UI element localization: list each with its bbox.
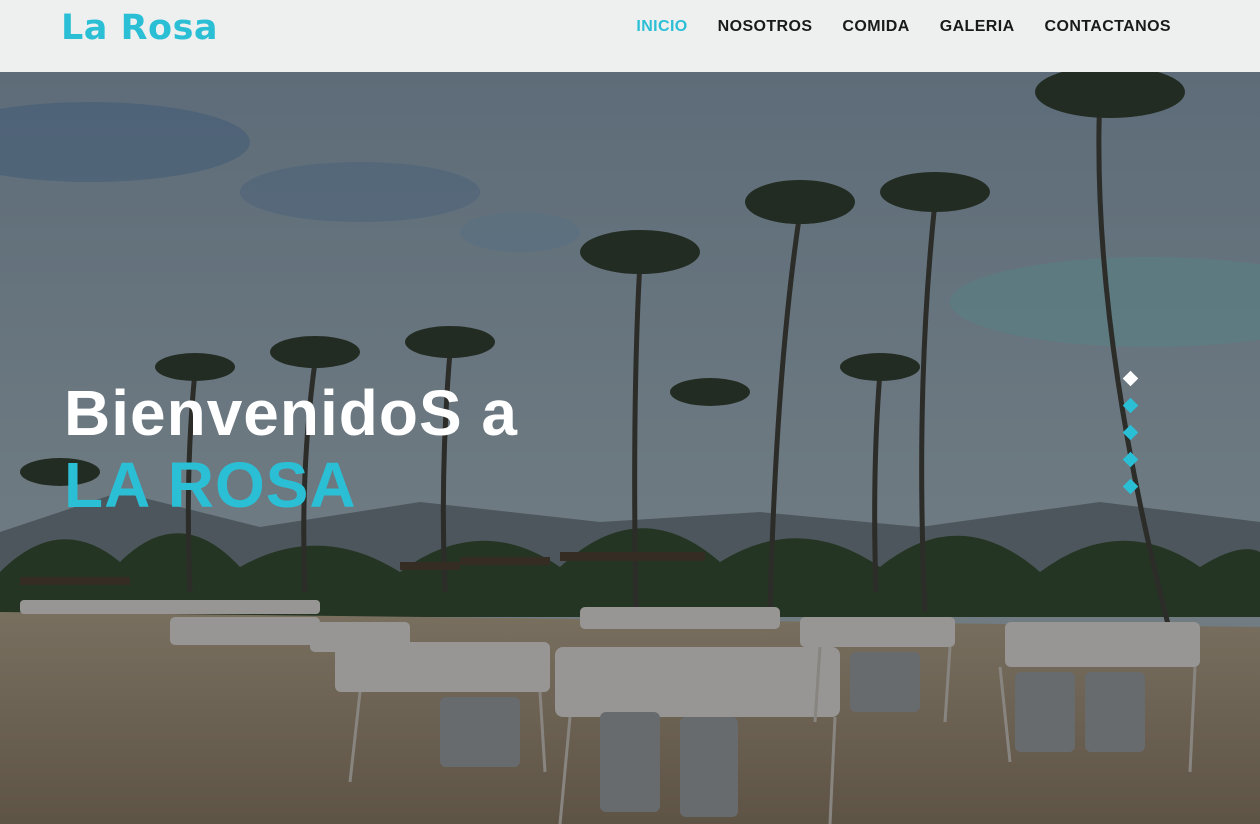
nav-item-contactanos[interactable]: CONTACTANOS bbox=[1045, 17, 1171, 37]
nav-item-inicio[interactable]: INICIO bbox=[636, 17, 687, 37]
hero-heading-line1: BienvenidoS a bbox=[64, 377, 518, 449]
hero-slider: BienvenidoS a LA ROSA bbox=[0, 72, 1260, 824]
site-header: La Rosa INICIO NOSOTROS COMIDA GALERIA C… bbox=[0, 0, 1260, 72]
slider-dot-1[interactable] bbox=[1122, 370, 1139, 387]
nav-item-comida[interactable]: COMIDA bbox=[842, 17, 909, 37]
hero-heading-line2: LA ROSA bbox=[64, 449, 357, 521]
nav-item-nosotros[interactable]: NOSOTROS bbox=[718, 17, 813, 37]
slider-dot-5[interactable] bbox=[1122, 478, 1139, 495]
slider-pagination bbox=[1122, 370, 1139, 508]
site-logo[interactable]: La Rosa bbox=[61, 8, 218, 48]
hero-heading: BienvenidoS a LA ROSA bbox=[64, 377, 518, 521]
slider-dot-4[interactable] bbox=[1122, 451, 1139, 468]
main-nav: INICIO NOSOTROS COMIDA GALERIA CONTACTAN… bbox=[636, 17, 1171, 37]
slider-dot-2[interactable] bbox=[1122, 397, 1139, 414]
nav-item-galeria[interactable]: GALERIA bbox=[940, 17, 1015, 37]
slider-dot-3[interactable] bbox=[1122, 424, 1139, 441]
